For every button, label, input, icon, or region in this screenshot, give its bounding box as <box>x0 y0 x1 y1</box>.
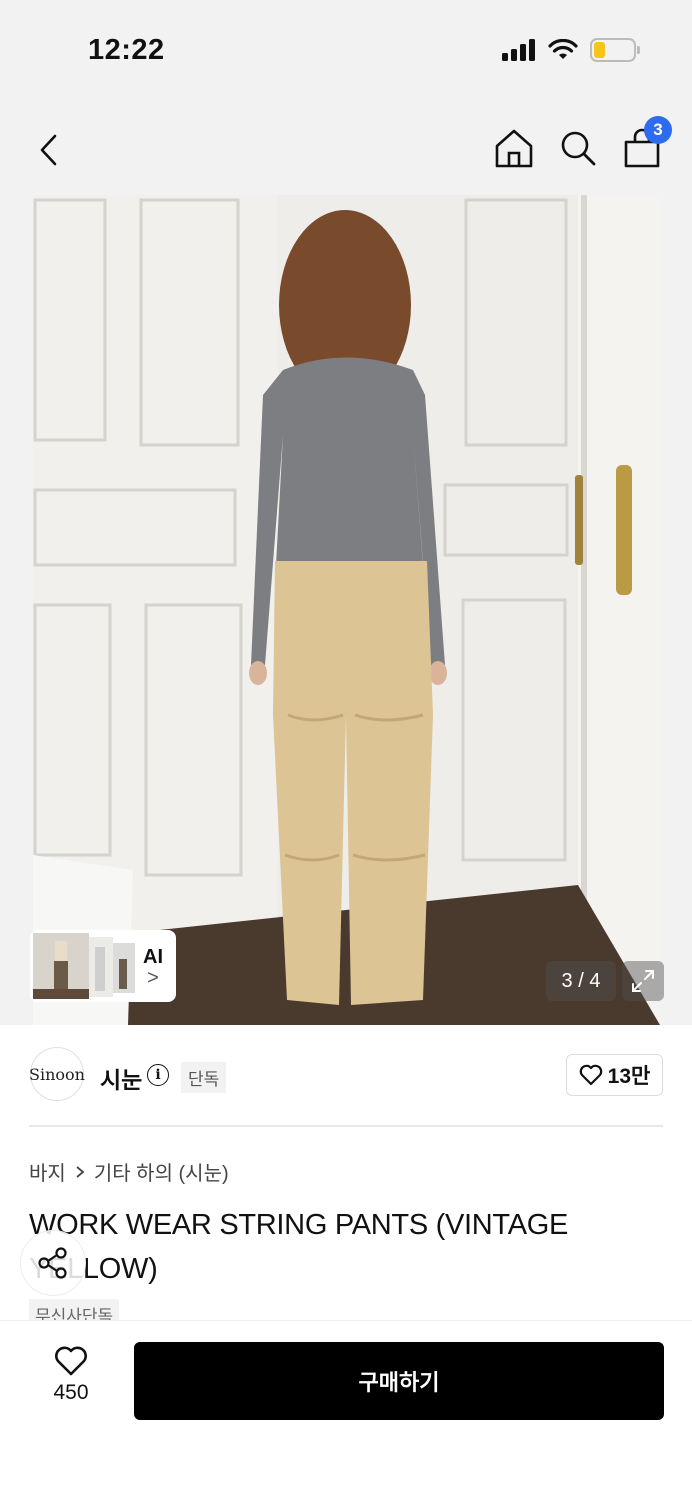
buy-button[interactable]: 구매하기 <box>134 1342 664 1420</box>
product-photo <box>33 195 660 1025</box>
wishlist-button[interactable]: 450 <box>36 1345 106 1405</box>
product-info: Sinoon 시눈 i 단독 13만 바지 기타 하의 (시눈) WORK WE… <box>0 1025 692 1330</box>
brand-name[interactable]: 시눈 <box>100 1061 142 1095</box>
brand-like-count: 13만 <box>607 1065 651 1088</box>
breadcrumb: 바지 기타 하의 (시눈) <box>29 1157 229 1186</box>
status-icons <box>502 38 640 62</box>
thumbnail-stack <box>33 933 137 999</box>
expand-image-button[interactable] <box>622 961 664 1001</box>
product-image[interactable] <box>33 195 660 1025</box>
brand-like-button[interactable]: 13만 <box>566 1054 663 1096</box>
search-button[interactable] <box>558 126 598 170</box>
heart-icon <box>55 1346 87 1376</box>
home-button[interactable] <box>494 126 534 170</box>
ai-text: AI <box>143 945 163 968</box>
breadcrumb-item-subcategory[interactable]: 기타 하의 (시눈) <box>94 1157 229 1186</box>
exclusive-badge: 단독 <box>181 1062 227 1093</box>
expand-icon <box>632 970 654 992</box>
chevron-left-icon <box>40 134 57 166</box>
wishlist-count: 450 <box>53 1381 89 1404</box>
info-icon[interactable]: i <box>147 1064 169 1086</box>
bottom-action-bar: 450 구매하기 <box>0 1320 692 1500</box>
chevron-right-icon <box>76 1165 85 1178</box>
status-time: 12:22 <box>88 34 165 66</box>
cart-count-badge: 3 <box>644 116 672 144</box>
ai-similar-thumbnails[interactable]: AI > <box>30 930 176 1002</box>
brand-logo-text: Sinoon <box>29 1064 85 1084</box>
share-button[interactable] <box>20 1230 86 1296</box>
chevron-right-icon: > <box>147 966 159 989</box>
heart-icon <box>579 1064 602 1086</box>
thumbnail-images <box>33 933 135 999</box>
home-icon <box>495 129 533 168</box>
divider <box>29 1125 663 1127</box>
cart-button[interactable]: 3 <box>622 116 672 170</box>
back-button[interactable] <box>30 128 70 172</box>
cellular-signal-icon <box>502 39 535 61</box>
brand-logo[interactable]: Sinoon <box>29 1047 85 1101</box>
search-icon <box>561 131 596 166</box>
nav-actions: 3 <box>494 116 672 170</box>
battery-icon <box>590 38 640 62</box>
battery-fill <box>594 42 606 58</box>
wifi-icon <box>548 39 578 59</box>
image-page-counter: 3 / 4 <box>546 961 616 1001</box>
nav-bar: 3 <box>0 110 692 190</box>
ai-label: AI > <box>143 945 163 989</box>
product-title: WORK WEAR STRING PANTS (VINTAGE YELLOW) <box>29 1209 569 1285</box>
share-icon <box>38 1247 67 1279</box>
status-bar: 12:22 <box>0 0 692 100</box>
breadcrumb-item-category[interactable]: 바지 <box>29 1157 66 1186</box>
